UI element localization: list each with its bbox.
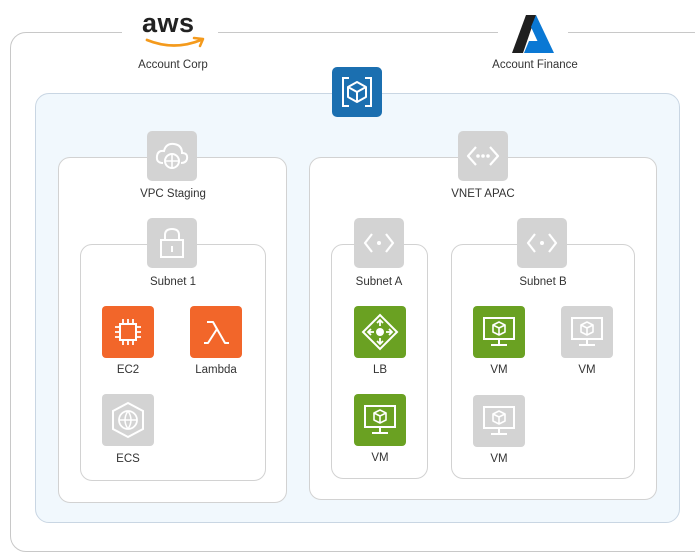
vm-node-b2[interactable] (561, 306, 613, 358)
subnet-1-label: Subnet 1 (149, 276, 197, 288)
aws-smile-icon (145, 36, 205, 48)
aws-logo-text: aws (142, 8, 195, 38)
lambda-label: Lambda (195, 364, 237, 376)
chip-icon (115, 319, 141, 345)
account-corp-label: Account Corp (138, 59, 208, 71)
ec2-label: EC2 (116, 364, 140, 376)
virtual-machine-icon (483, 317, 515, 346)
vnet-icon (354, 218, 404, 268)
vnet-apac-label: VNET APAC (451, 188, 515, 200)
lambda-node[interactable] (190, 306, 242, 358)
lambda-icon (204, 321, 229, 344)
aws-logo: aws (140, 8, 210, 56)
ec2-node[interactable] (102, 306, 154, 358)
vm-label-b1: VM (490, 364, 508, 376)
region-badge (332, 67, 382, 117)
virtual-machine-icon (483, 406, 515, 435)
account-finance-label: Account Finance (492, 59, 578, 71)
vnet-icon (517, 218, 567, 268)
subnet-a-label: Subnet A (355, 276, 403, 288)
cloud-network-icon (147, 131, 197, 181)
vm-label-b2: VM (578, 364, 596, 376)
ecs-label: ECS (116, 453, 140, 465)
load-balancer-icon (361, 313, 399, 351)
lb-label: LB (372, 364, 388, 376)
vpc-staging-label: VPC Staging (140, 188, 206, 200)
subnet-b-label: Subnet B (519, 276, 567, 288)
container-service-icon (112, 401, 144, 439)
lb-node[interactable] (354, 306, 406, 358)
vm-label-a: VM (371, 452, 389, 464)
vm-node-b1[interactable] (473, 306, 525, 358)
azure-logo-icon (512, 15, 554, 53)
vm-label-b3: VM (490, 453, 508, 465)
region-cube-icon (342, 77, 372, 107)
ecs-node[interactable] (102, 394, 154, 446)
lock-icon (147, 218, 197, 268)
virtual-machine-icon (571, 317, 603, 346)
virtual-machine-icon (364, 405, 396, 434)
vm-node-a[interactable] (354, 394, 406, 446)
vm-node-b3[interactable] (473, 395, 525, 447)
vnet-icon (458, 131, 508, 181)
